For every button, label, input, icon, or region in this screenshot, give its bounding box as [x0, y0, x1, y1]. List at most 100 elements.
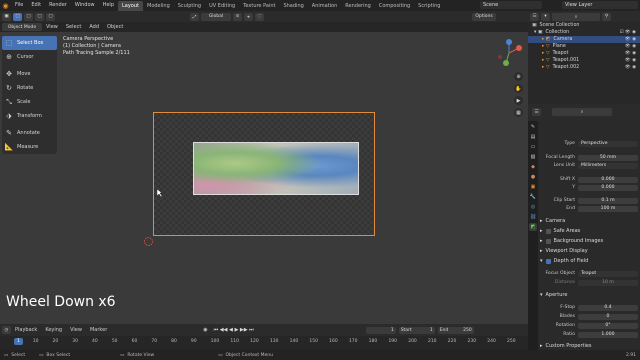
scene-tab-icon[interactable]: ◆: [529, 163, 537, 171]
section-depth-of-field[interactable]: ▾ Depth of Field: [540, 257, 638, 265]
tool-tab-icon[interactable]: ✎: [529, 123, 537, 131]
mode-dropdown[interactable]: Object Mode: [2, 23, 42, 31]
menu-render[interactable]: Render: [45, 0, 71, 11]
orientation-dropdown[interactable]: Global: [201, 12, 231, 21]
prop-shift-y-value[interactable]: 0.000: [578, 184, 638, 191]
pan-icon[interactable]: ✋: [514, 84, 523, 93]
prop-focal-value[interactable]: 50 mm: [578, 154, 638, 161]
outliner-row[interactable]: ▾ ▣ Collection ☑ 👁 ◉: [528, 29, 640, 36]
depth-of-field-checkbox[interactable]: [545, 258, 551, 264]
outliner-row[interactable]: ▣ Scene Collection: [528, 22, 640, 29]
grid-view-icon[interactable]: ▦: [514, 108, 523, 117]
proportional-icon[interactable]: ◌: [255, 12, 264, 21]
tab-modeling[interactable]: Modeling: [143, 1, 174, 11]
tab-rendering[interactable]: Rendering: [341, 1, 375, 11]
prop-blades-value[interactable]: 0: [578, 313, 638, 320]
section-safe-areas[interactable]: ▸ Safe Areas: [540, 227, 638, 235]
blender-logo-icon[interactable]: ◉: [0, 0, 11, 11]
record-icon[interactable]: ◉: [203, 327, 207, 333]
camera-view-icon[interactable]: ▶: [514, 96, 523, 105]
section-aperture[interactable]: ▾ Aperture: [540, 291, 638, 299]
menu-playback[interactable]: Playback: [11, 327, 41, 333]
tool-annotate[interactable]: ✎ Annotate: [2, 126, 57, 140]
filter-icon[interactable]: ⚲: [602, 12, 611, 21]
display-mode-icon[interactable]: ▾: [541, 12, 550, 21]
tab-animation[interactable]: Animation: [308, 1, 342, 11]
outliner-row[interactable]: ▸ ▽ Teapot.001 👁 ◉: [528, 57, 640, 64]
tool-transform[interactable]: ⬗ Transform: [2, 109, 57, 123]
prop-fstop-value[interactable]: 0.4: [578, 304, 638, 311]
object-tab-icon[interactable]: ▣: [529, 183, 537, 191]
orientation-icon[interactable]: ⤢: [190, 12, 199, 21]
outliner-row-selected[interactable]: ▸ ◩ Camera 👁 ◉: [528, 36, 640, 43]
section-background-images[interactable]: ▸ Background Images: [540, 237, 638, 245]
outliner-row[interactable]: ▸ ▽ Teapot 👁 ◉: [528, 50, 640, 57]
constraints-tab-icon[interactable]: ⛓: [529, 213, 537, 221]
select-mode-icon[interactable]: ▣: [2, 12, 11, 21]
navigation-gizmo[interactable]: [494, 38, 524, 68]
tool-rotate[interactable]: ↻ Rotate: [2, 81, 57, 95]
world-tab-icon[interactable]: ●: [529, 173, 537, 181]
timeline-editor-icon[interactable]: ◷: [2, 326, 11, 334]
current-frame-indicator[interactable]: 1: [14, 338, 23, 345]
visibility-icon[interactable]: 👁 ◉: [625, 65, 636, 70]
tool-measure[interactable]: 📐 Measure: [2, 140, 57, 154]
tool-scale[interactable]: ⤡ Scale: [2, 95, 57, 109]
tool-select-box[interactable]: ⬚ Select Box: [2, 36, 57, 50]
visibility-icon[interactable]: 👁 ◉: [625, 37, 636, 42]
section-viewport-display[interactable]: ▸ Viewport Display: [540, 247, 638, 255]
prop-focus-object-value[interactable]: Teapot: [578, 270, 638, 277]
timeline-ruler[interactable]: 1102030405060708090100110120130140150160…: [0, 336, 528, 350]
menu-view[interactable]: View: [42, 24, 62, 30]
3d-viewport[interactable]: Camera Perspective (1) Collection | Came…: [0, 32, 528, 324]
render-tab-icon[interactable]: ▤: [529, 133, 537, 141]
end-frame-field[interactable]: End 250: [437, 326, 474, 334]
menu-keying[interactable]: Keying: [41, 327, 66, 333]
zoom-icon[interactable]: ⊕: [514, 72, 523, 81]
start-frame-field[interactable]: Start 1: [398, 326, 435, 334]
pivot-icon[interactable]: ⊙: [233, 12, 242, 21]
outliner-row[interactable]: ▸ ▽ Teapot.002 👁 ◉: [528, 64, 640, 71]
prop-clip-end-value[interactable]: 100 m: [578, 205, 638, 212]
options-dropdown[interactable]: Options: [472, 12, 496, 21]
scene-selector[interactable]: Scene: [480, 1, 542, 9]
tab-scripting[interactable]: Scripting: [414, 1, 444, 11]
current-frame-field[interactable]: 1: [365, 326, 396, 334]
visibility-icon[interactable]: 👁 ◉: [625, 44, 636, 49]
outliner-search-input[interactable]: ⌕: [552, 12, 600, 21]
outliner-editor-icon[interactable]: ☰: [530, 12, 539, 21]
prop-rotation-value[interactable]: 0°: [578, 322, 638, 329]
menu-timeline-view[interactable]: View: [66, 327, 86, 333]
tab-uv-editing[interactable]: UV Editing: [205, 1, 239, 11]
physics-tab-icon[interactable]: ◎: [529, 203, 537, 211]
menu-marker[interactable]: Marker: [86, 327, 111, 333]
view-layer-tab-icon[interactable]: ▧: [529, 153, 537, 161]
tool-move[interactable]: ✥ Move: [2, 67, 57, 81]
menu-add[interactable]: Add: [85, 24, 103, 30]
properties-editor-icon[interactable]: ☰: [532, 108, 541, 116]
modifier-tab-icon[interactable]: 🔧: [529, 193, 537, 201]
menu-window[interactable]: Window: [71, 0, 99, 11]
menu-select[interactable]: Select: [62, 24, 85, 30]
menu-edit[interactable]: Edit: [27, 0, 45, 11]
tool-cursor[interactable]: ⊕ Cursor: [2, 50, 57, 64]
tab-compositing[interactable]: Compositing: [375, 1, 414, 11]
prop-shift-x-value[interactable]: 0.000: [578, 176, 638, 183]
visibility-icon[interactable]: 👁 ◉: [625, 51, 636, 56]
prop-type-value[interactable]: Perspective: [578, 140, 638, 147]
tab-sculpting[interactable]: Sculpting: [174, 1, 205, 11]
visibility-icon[interactable]: ☑ 👁 ◉: [619, 30, 636, 35]
menu-object[interactable]: Object: [103, 24, 127, 30]
snap-icon[interactable]: ⌖: [244, 12, 253, 21]
tab-texture-paint[interactable]: Texture Paint: [239, 1, 279, 11]
safe-areas-checkbox[interactable]: [545, 228, 551, 234]
invert-icon[interactable]: ▢: [46, 12, 55, 21]
prop-ratio-value[interactable]: 1.000: [578, 331, 638, 338]
playback-controls[interactable]: ⏮ ◀◀ ◀ ▶ ▶▶ ⏭: [214, 327, 254, 333]
output-tab-icon[interactable]: ▭: [529, 143, 537, 151]
prop-lens-unit-value[interactable]: Millimeters: [578, 162, 638, 169]
camera-data-tab-icon[interactable]: ◩: [529, 223, 537, 231]
extend-icon[interactable]: ▢: [24, 12, 33, 21]
3d-cursor-icon[interactable]: [143, 236, 154, 247]
tab-shading[interactable]: Shading: [279, 1, 307, 11]
